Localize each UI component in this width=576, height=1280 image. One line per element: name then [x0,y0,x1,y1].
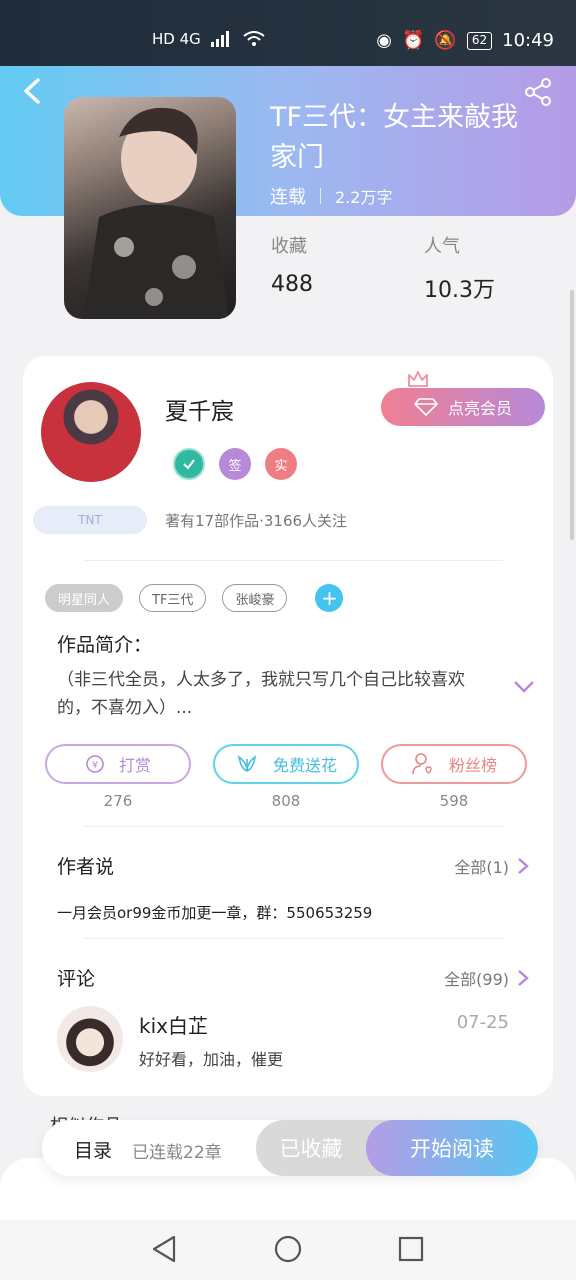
fans-rank-button[interactable]: 粉丝榜 [381,744,527,784]
author-says-more-label: 全部(1) [454,858,509,877]
intro-text: （非三代全员，人太多了，我就只写几个自己比较喜欢的，不喜勿入）... [57,670,465,718]
nav-recents-icon[interactable] [396,1234,426,1264]
divider [83,560,503,561]
vip-button-label: 点亮会员 [447,399,512,418]
flower-count: 808 [271,792,301,810]
divider [83,826,503,827]
comments-more-link[interactable]: 全部(99) [444,966,529,990]
book-status: 连载 [270,187,306,208]
time: 10:49 [502,30,554,51]
author-says-title: 作者说 [57,856,115,878]
author-name[interactable]: 夏千宸 [165,392,234,426]
start-reading-button[interactable]: 开始阅读 [366,1120,538,1176]
book-words: 2.2万字 [335,188,393,207]
battery-icon: 62 [466,31,493,50]
diamond-icon [414,398,438,416]
meta-separator [320,188,321,204]
book-meta: 连载 2.2万字 [270,183,392,209]
popularity-stat: 人气 10.3万 [424,232,495,304]
chevron-right-icon [518,858,529,874]
tip-count: 276 [103,792,133,810]
comments-more-label: 全部(99) [444,970,509,989]
comment-date: 07-25 [456,1012,509,1033]
bottom-action-bar: 目录 已连载22章 已收藏 开始阅读 [42,1120,538,1176]
cover-illustration [84,107,229,319]
book-title: TF三代：女主来敲我家门 [270,102,519,173]
serial-count[interactable]: 已连载22章 [132,1138,222,1163]
author-avatar[interactable] [41,382,141,482]
status-left: HD 4G [152,30,265,48]
action-buttons: ¥ 打赏 免费送花 粉丝榜 [45,744,527,784]
mute-icon: 🔕 [434,30,457,51]
author-says-text: 一月会员or99金币加更一章，群：550653259 [57,904,373,922]
toc-button[interactable]: 目录 [74,1136,112,1163]
tag-item[interactable]: 张峻豪 [222,584,288,612]
commenter-name[interactable]: kix白芷 [139,1010,208,1039]
divider [83,938,503,939]
collect-stat: 收藏 488 [271,232,313,297]
svg-text:¥: ¥ [92,760,98,771]
author-says-more-link[interactable]: 全部(1) [454,854,529,878]
nav-home-icon[interactable] [273,1234,303,1264]
fans-rank-label: 粉丝榜 [448,756,497,775]
status-bar: HD 4G ◉ ⏰ 🔕 62 10:49 [0,0,576,66]
status-right: ◉ ⏰ 🔕 62 10:49 [376,30,554,51]
fan-group-tag[interactable]: TNT [33,506,147,534]
crown-icon [408,371,428,387]
system-nav-bar [0,1220,576,1280]
scrollbar[interactable] [570,290,574,540]
verified-badge[interactable]: 实 [265,448,297,480]
tag-item[interactable]: 明星同人 [45,584,124,612]
alarm-icon: ⏰ [402,30,425,51]
tip-button[interactable]: ¥ 打赏 [45,744,191,784]
add-tag-icon[interactable]: + [315,584,344,612]
detail-card: 夏千宸 点亮会员 签 实 TNT 著有17部作品·3166人关注 明星同人 TF… [23,356,553,1096]
signal-icon [210,31,229,47]
vip-button[interactable]: 点亮会员 [381,388,545,426]
tag-item[interactable]: TF三代 [139,584,207,612]
fans-count: 598 [439,792,469,810]
wifi-icon [243,31,265,46]
user-heart-icon [412,753,432,775]
action-counts: 276 808 598 [45,792,527,810]
flower-button[interactable]: 免费送花 [213,744,359,784]
collect-label: 收藏 [271,236,307,257]
certified-badge-icon[interactable] [173,448,205,480]
eye-icon: ◉ [376,30,392,51]
back-icon[interactable] [18,76,48,106]
commenter-avatar[interactable] [57,1006,123,1072]
chevron-right-icon [518,970,529,986]
book-cover[interactable] [64,97,236,319]
signed-badge[interactable]: 签 [219,448,251,480]
network-label: HD 4G [152,30,201,48]
collect-value: 488 [271,272,313,297]
tip-label: 打赏 [118,756,151,775]
intro-title: 作品简介： [57,634,153,656]
nav-back-icon[interactable] [150,1234,180,1264]
comment-text: 好好看，加油，催更 [139,1050,284,1069]
tag-list: 明星同人 TF三代 张峻豪 + [45,584,344,612]
author-stats: 著有17部作品·3166人关注 [165,512,348,530]
chevron-down-icon[interactable] [513,680,535,694]
flower-icon [237,755,257,772]
popularity-label: 人气 [424,236,460,257]
author-badges: 签 实 [173,448,297,480]
coin-icon: ¥ [86,755,104,773]
popularity-value: 10.3万 [424,278,495,303]
collected-label: 已收藏 [279,1137,343,1161]
comments-title: 评论 [57,968,96,990]
flower-label: 免费送花 [272,756,337,775]
